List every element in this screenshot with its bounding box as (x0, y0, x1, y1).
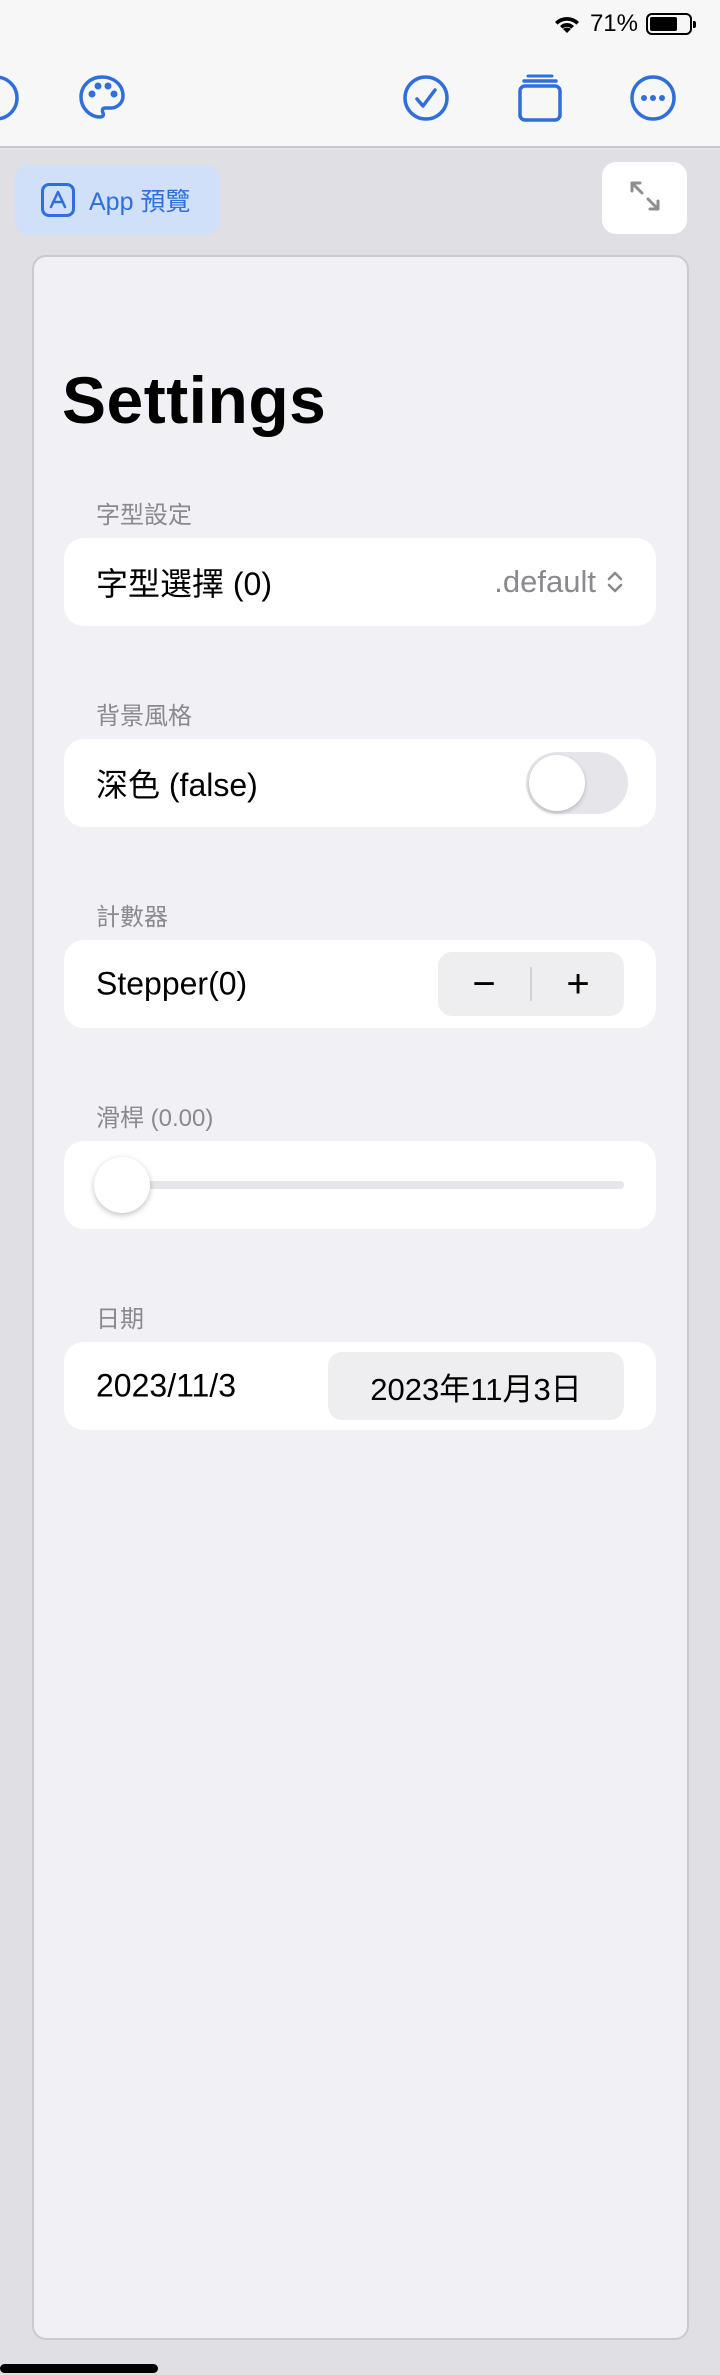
app-preview-badge[interactable]: App 預覽 (15, 165, 220, 235)
app-store-icon (41, 183, 75, 217)
date-row: 2023/11/3 2023年11月3日 (64, 1342, 656, 1430)
chevron-up-down-icon (607, 571, 623, 593)
counter-section-header: 計數器 (96, 904, 168, 931)
app-preview-label: App 預覽 (89, 188, 191, 216)
font-picker-row[interactable]: 字型選擇 (0) .default (64, 538, 656, 626)
stepper-label: Stepper(0) (96, 965, 248, 1002)
font-section-header: 字型設定 (96, 502, 192, 529)
dark-mode-row: 深色 (false) (64, 739, 656, 827)
slider-track[interactable] (100, 1181, 624, 1189)
toolbar (0, 48, 720, 148)
dark-mode-label: 深色 (false) (96, 767, 258, 803)
wifi-icon (552, 13, 582, 35)
date-section-header: 日期 (96, 1306, 144, 1333)
battery-percentage: 71% (589, 10, 638, 37)
pages-icon[interactable] (514, 72, 566, 124)
stepper-row: Stepper(0) − + (64, 940, 656, 1028)
partial-circle-icon[interactable] (0, 72, 22, 124)
slider-section-header: 滑桿 (0.00) (96, 1105, 214, 1132)
status-bar: 71% (0, 0, 720, 48)
slider-row (64, 1141, 656, 1229)
font-picker-value[interactable]: .default (494, 564, 624, 600)
dark-mode-toggle[interactable] (526, 752, 628, 814)
page-title: Settings (62, 363, 327, 437)
increment-button[interactable]: + (532, 952, 624, 1016)
battery-icon (646, 13, 696, 35)
toggle-knob (529, 755, 585, 811)
expand-button[interactable] (602, 162, 687, 234)
date-picker-button[interactable]: 2023年11月3日 (328, 1352, 624, 1420)
checkmark-circle-icon[interactable] (400, 72, 452, 124)
more-icon[interactable] (627, 72, 679, 124)
background-section-header: 背景風格 (96, 703, 192, 730)
expand-icon (628, 179, 662, 218)
decrement-button[interactable]: − (438, 952, 530, 1016)
home-indicator (0, 2364, 158, 2373)
stepper-control: − + (438, 952, 624, 1016)
palette-icon[interactable] (76, 72, 128, 124)
date-label: 2023/11/3 (96, 1367, 236, 1404)
slider-thumb[interactable] (94, 1157, 150, 1213)
font-picker-label: 字型選擇 (0) (96, 566, 273, 602)
font-picker-selected: .default (494, 564, 596, 599)
